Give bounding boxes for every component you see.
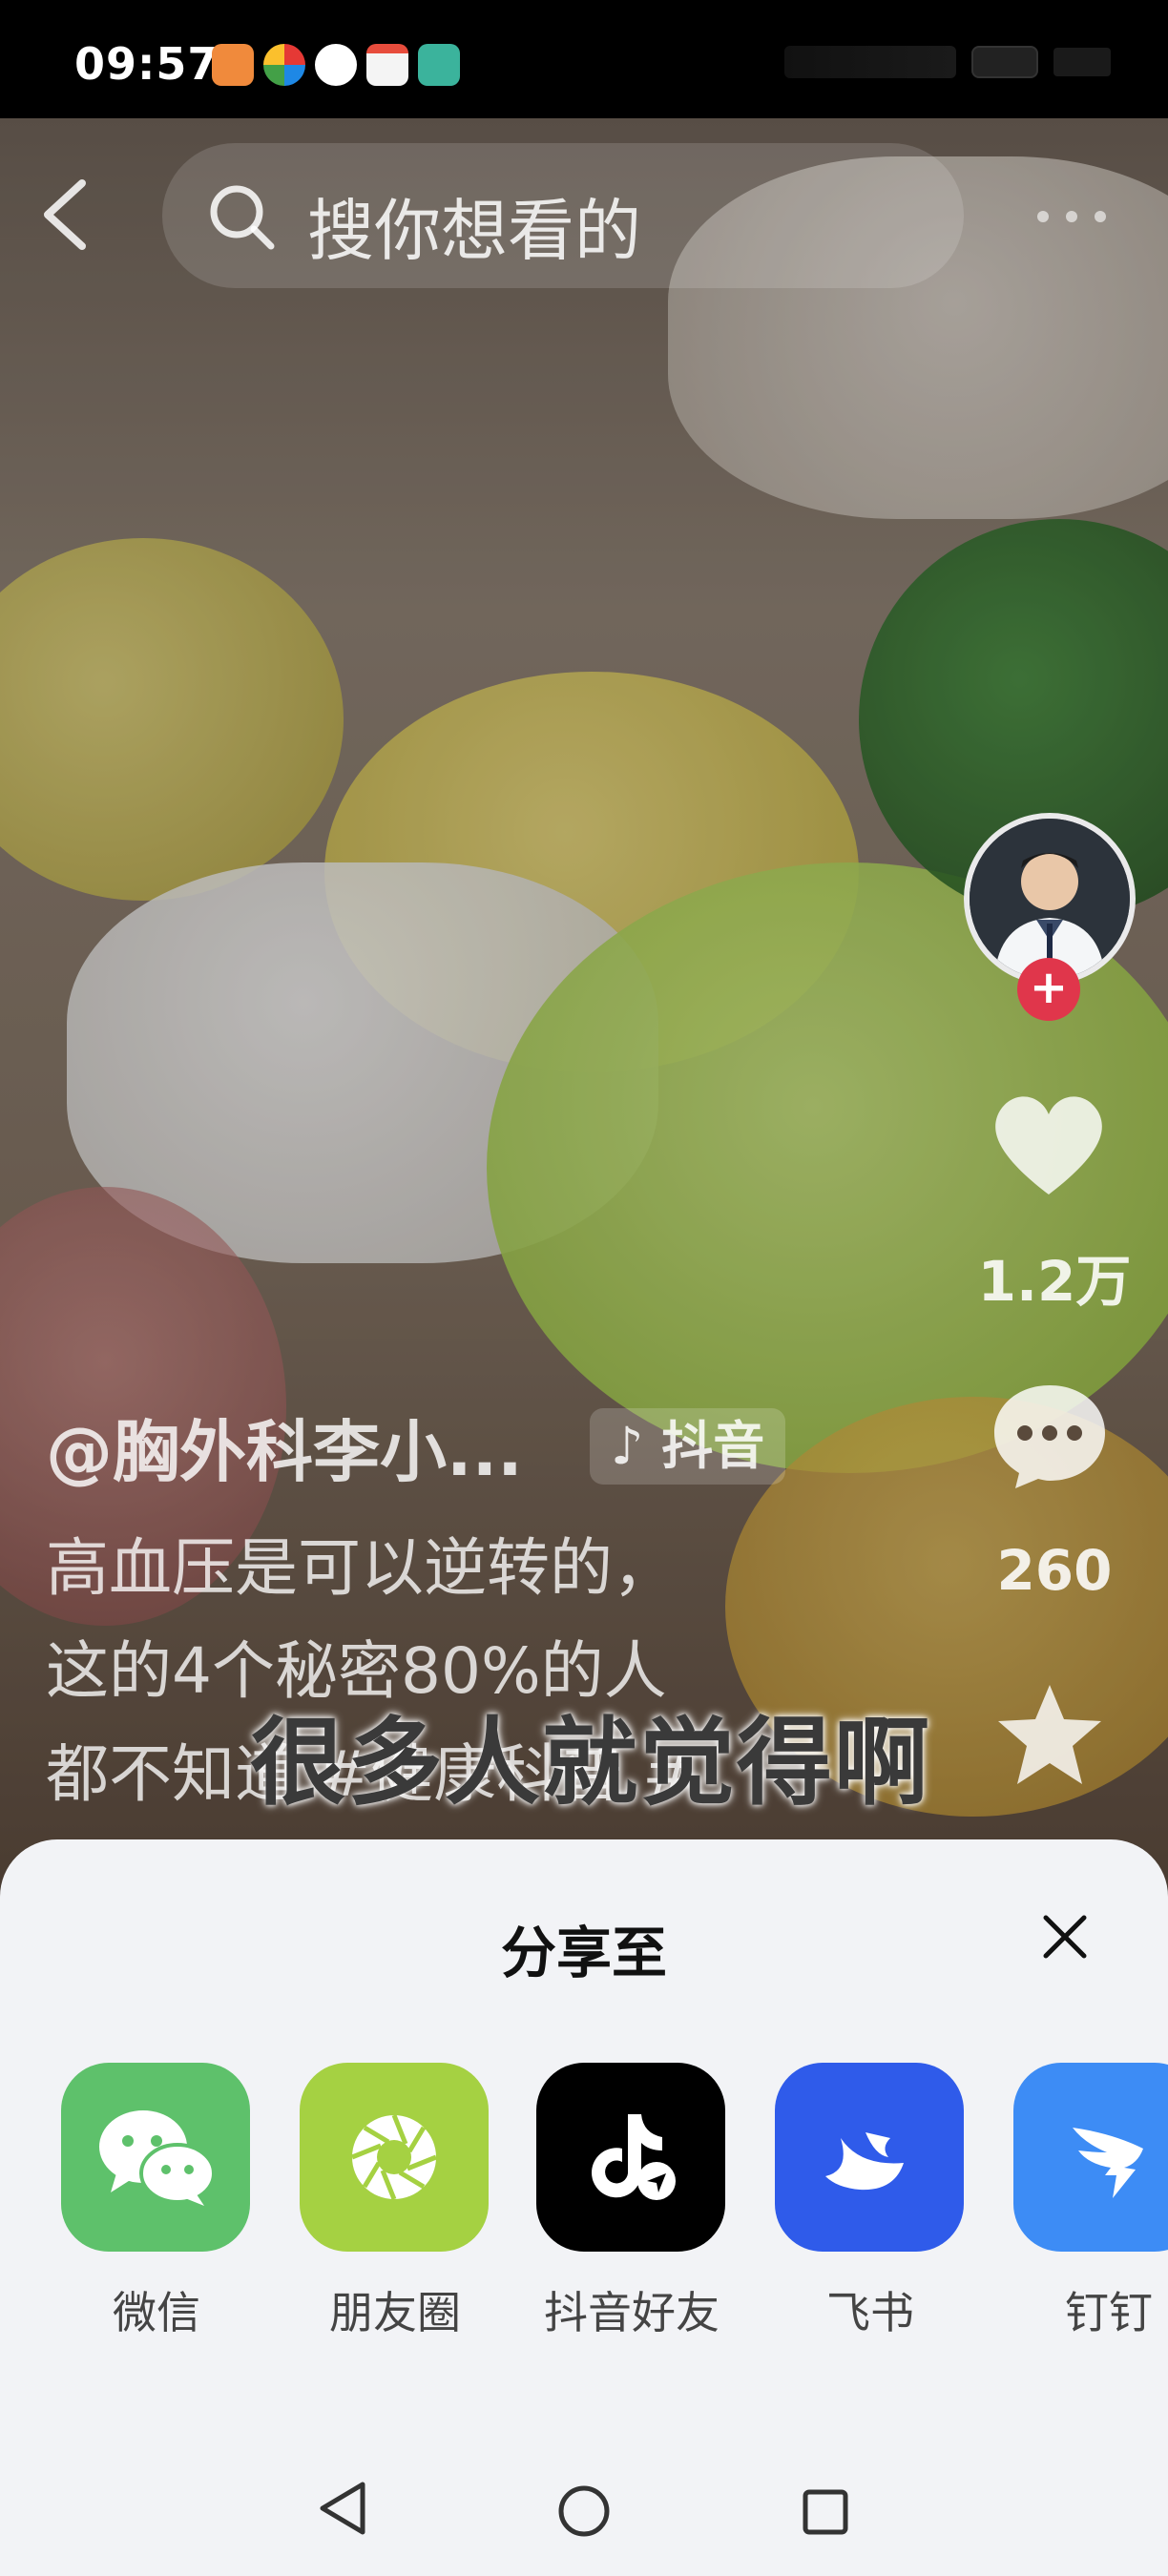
video-subtitle: 很多人就觉得啊: [250, 1707, 931, 1818]
fingerprint-app-icon: [418, 44, 460, 86]
like-count: 1.2万: [977, 1249, 1132, 1314]
share-label: 抖音好友: [544, 2287, 720, 2338]
nav-home-icon[interactable]: [557, 2484, 611, 2538]
status-time: 09:57: [74, 38, 219, 90]
comment-icon[interactable]: [989, 1380, 1111, 1492]
dingtalk-icon: [1073, 2128, 1143, 2198]
feishu-tile: [775, 2063, 964, 2252]
share-target-moments[interactable]: 朋友圈: [300, 2063, 490, 2341]
more-options-icon[interactable]: [1029, 202, 1115, 231]
follow-button[interactable]: +: [1017, 958, 1080, 1021]
dingtalk-tile: [1013, 2063, 1168, 2252]
wechat-icon: [99, 2110, 216, 2206]
battery-icon: [971, 46, 1038, 78]
platform-tag[interactable]: ♪ 抖音: [590, 1408, 786, 1485]
moments-tile: [300, 2063, 489, 2252]
douyin-tile: [536, 2063, 725, 2252]
signal-icon: [784, 46, 956, 78]
douyin-friend-icon: [592, 2114, 676, 2200]
share-target-dingtalk[interactable]: 钉钉: [1013, 2063, 1168, 2341]
calendar-icon: [366, 44, 408, 86]
share-target-wechat[interactable]: 微信: [61, 2063, 252, 2341]
share-label: 朋友圈: [329, 2287, 461, 2338]
status-bar: 09:57: [0, 0, 1168, 118]
share-target-feishu[interactable]: 飞书: [775, 2063, 966, 2341]
wechat-tile: [61, 2063, 250, 2252]
search-placeholder[interactable]: 搜你想看的: [307, 177, 641, 274]
comment-count: 260: [996, 1538, 1113, 1603]
share-label: 飞书: [826, 2287, 914, 2338]
close-icon[interactable]: [1036, 1908, 1094, 1965]
health-app-icon: [212, 44, 254, 86]
share-target-douyin-friend[interactable]: 抖音好友: [536, 2063, 727, 2341]
wechat-notify-icon: [315, 44, 357, 86]
back-arrow-icon[interactable]: [32, 172, 99, 258]
platform-tag-label: 抖音: [661, 1416, 765, 1476]
douyin-note-icon: ♪: [611, 1416, 662, 1476]
star-icon[interactable]: [992, 1679, 1107, 1792]
share-label: 微信: [113, 2287, 200, 2338]
doctor-avatar-image: [970, 819, 1130, 979]
notification-icons: [212, 44, 460, 86]
status-indicators: [784, 46, 1111, 78]
nav-recent-apps-icon[interactable]: [802, 2488, 849, 2536]
share-label: 钉钉: [1065, 2287, 1153, 2338]
heart-icon[interactable]: [987, 1088, 1111, 1202]
share-sheet-title: 分享至: [500, 1921, 667, 1985]
nav-back-icon[interactable]: [315, 2479, 368, 2538]
author-name[interactable]: @胸外科李小...: [46, 1399, 523, 1495]
aperture-icon: [351, 2114, 437, 2200]
description-line: 高血压是可以逆转的，: [46, 1531, 676, 1605]
battery-level: [1053, 48, 1111, 76]
multicolor-app-icon: [263, 44, 305, 86]
search-icon: [210, 185, 275, 250]
feishu-icon: [825, 2132, 904, 2191]
